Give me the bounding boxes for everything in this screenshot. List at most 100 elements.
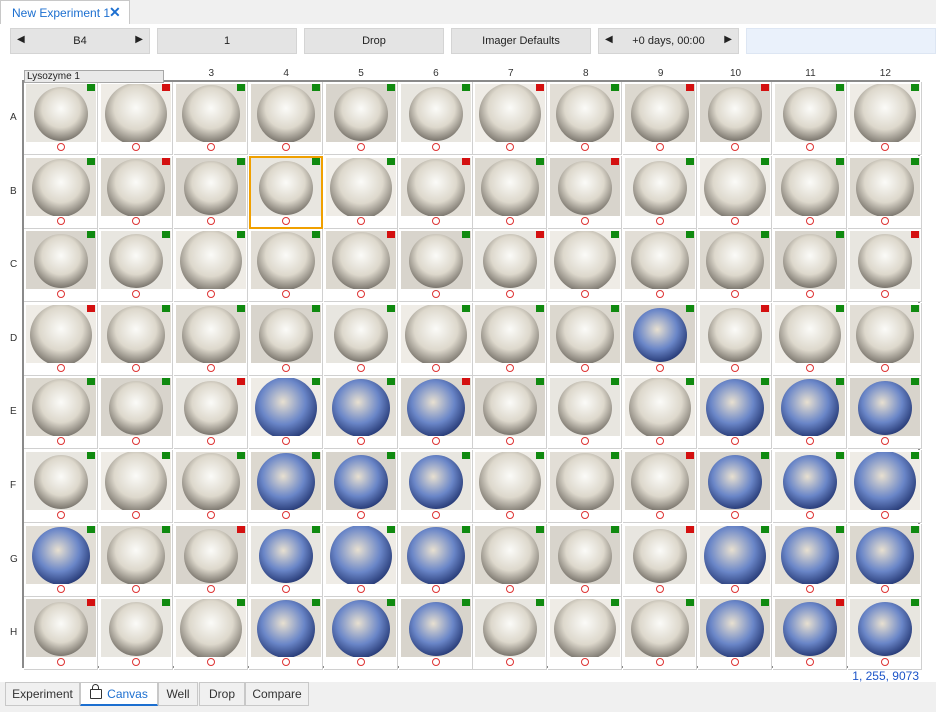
well-e1[interactable]: [24, 376, 98, 450]
well-f10[interactable]: [698, 450, 773, 523]
well-d11[interactable]: [773, 302, 847, 376]
well-a4[interactable]: [248, 82, 323, 155]
well-c1[interactable]: [24, 229, 98, 303]
close-tab-icon[interactable]: ✕: [109, 4, 121, 21]
well-d9[interactable]: [623, 302, 698, 376]
well-d5[interactable]: [323, 302, 398, 376]
well-d2[interactable]: [98, 302, 173, 376]
well-a7[interactable]: [473, 82, 548, 155]
well-c11[interactable]: [773, 229, 847, 303]
well-a8[interactable]: [548, 82, 623, 155]
well-d7[interactable]: [473, 302, 548, 376]
well-b6[interactable]: [398, 155, 473, 229]
well-b2[interactable]: [98, 155, 173, 229]
well-e9[interactable]: [623, 376, 698, 450]
well-f8[interactable]: [548, 450, 623, 523]
well-b11[interactable]: [773, 155, 847, 229]
well-b3[interactable]: [173, 155, 248, 229]
well-h9[interactable]: [623, 597, 698, 671]
well-e12[interactable]: [847, 376, 922, 450]
well-b10[interactable]: [698, 155, 773, 229]
well-c10[interactable]: [698, 229, 773, 303]
well-h10[interactable]: [698, 597, 773, 671]
well-d4[interactable]: [248, 302, 323, 376]
well-g2[interactable]: [98, 523, 173, 597]
well-e5[interactable]: [323, 376, 398, 450]
well-b8[interactable]: [548, 155, 623, 229]
well-f5[interactable]: [323, 450, 398, 523]
well-b12[interactable]: [847, 155, 922, 229]
well-f3[interactable]: [173, 450, 248, 523]
well-e11[interactable]: [773, 376, 847, 450]
time-selector[interactable]: ◀ +0 days, 00:00 ▶: [598, 28, 739, 54]
well-a2[interactable]: [98, 82, 173, 155]
well-d3[interactable]: [173, 302, 248, 376]
document-tab[interactable]: New Experiment 1 ✕: [0, 0, 130, 24]
well-f1[interactable]: [24, 450, 98, 523]
well-h7[interactable]: [473, 597, 548, 671]
well-d12[interactable]: [847, 302, 922, 376]
well-f12[interactable]: [847, 450, 922, 523]
well-d8[interactable]: [548, 302, 623, 376]
well-c8[interactable]: [548, 229, 623, 303]
well-a5[interactable]: [323, 82, 398, 155]
well-h11[interactable]: [773, 597, 847, 671]
well-g11[interactable]: [773, 523, 847, 597]
well-c9[interactable]: [623, 229, 698, 303]
well-a9[interactable]: [623, 82, 698, 155]
tab-experiment[interactable]: Experiment: [5, 682, 80, 706]
well-f9[interactable]: [623, 450, 698, 523]
well-a3[interactable]: [173, 82, 248, 155]
well-a1[interactable]: [24, 82, 98, 155]
well-g7[interactable]: [473, 523, 548, 597]
well-e7[interactable]: [473, 376, 548, 450]
well-c4[interactable]: [248, 229, 323, 303]
well-c6[interactable]: [398, 229, 473, 303]
well-b7[interactable]: [473, 155, 548, 229]
well-b9[interactable]: [623, 155, 698, 229]
well-h1[interactable]: [24, 597, 98, 671]
drop-number-field[interactable]: 1: [157, 28, 297, 54]
well-a10[interactable]: [698, 82, 773, 155]
well-g6[interactable]: [398, 523, 473, 597]
well-g10[interactable]: [698, 523, 773, 597]
well-h8[interactable]: [548, 597, 623, 671]
well-h4[interactable]: [248, 597, 323, 671]
well-h12[interactable]: [847, 597, 922, 671]
well-e4[interactable]: [248, 376, 323, 450]
well-h5[interactable]: [323, 597, 398, 671]
well-b4[interactable]: [248, 155, 323, 229]
well-h2[interactable]: [98, 597, 173, 671]
well-a12[interactable]: [847, 82, 922, 155]
well-next-icon[interactable]: ▶: [135, 34, 143, 45]
image-type-selector[interactable]: Drop: [304, 28, 444, 54]
tab-compare[interactable]: Compare: [245, 682, 309, 706]
tab-well[interactable]: Well: [158, 682, 198, 706]
well-d10[interactable]: [698, 302, 773, 376]
well-d6[interactable]: [398, 302, 473, 376]
imager-settings-selector[interactable]: Imager Defaults: [451, 28, 591, 54]
well-g1[interactable]: [24, 523, 98, 597]
well-a11[interactable]: [773, 82, 847, 155]
well-e3[interactable]: [173, 376, 248, 450]
well-h6[interactable]: [398, 597, 473, 671]
well-g3[interactable]: [173, 523, 248, 597]
well-g9[interactable]: [623, 523, 698, 597]
tab-canvas[interactable]: Canvas: [80, 682, 158, 706]
well-f4[interactable]: [248, 450, 323, 523]
well-f6[interactable]: [398, 450, 473, 523]
time-next-icon[interactable]: ▶: [724, 34, 732, 45]
well-e10[interactable]: [698, 376, 773, 450]
well-c12[interactable]: [847, 229, 922, 303]
well-c3[interactable]: [173, 229, 248, 303]
well-c7[interactable]: [473, 229, 548, 303]
well-c5[interactable]: [323, 229, 398, 303]
well-g4[interactable]: [248, 523, 323, 597]
well-b1[interactable]: [24, 155, 98, 229]
well-f2[interactable]: [98, 450, 173, 523]
well-h3[interactable]: [173, 597, 248, 671]
well-e6[interactable]: [398, 376, 473, 450]
well-f7[interactable]: [473, 450, 548, 523]
well-e2[interactable]: [98, 376, 173, 450]
well-selector[interactable]: ◀ B4 ▶: [10, 28, 150, 54]
